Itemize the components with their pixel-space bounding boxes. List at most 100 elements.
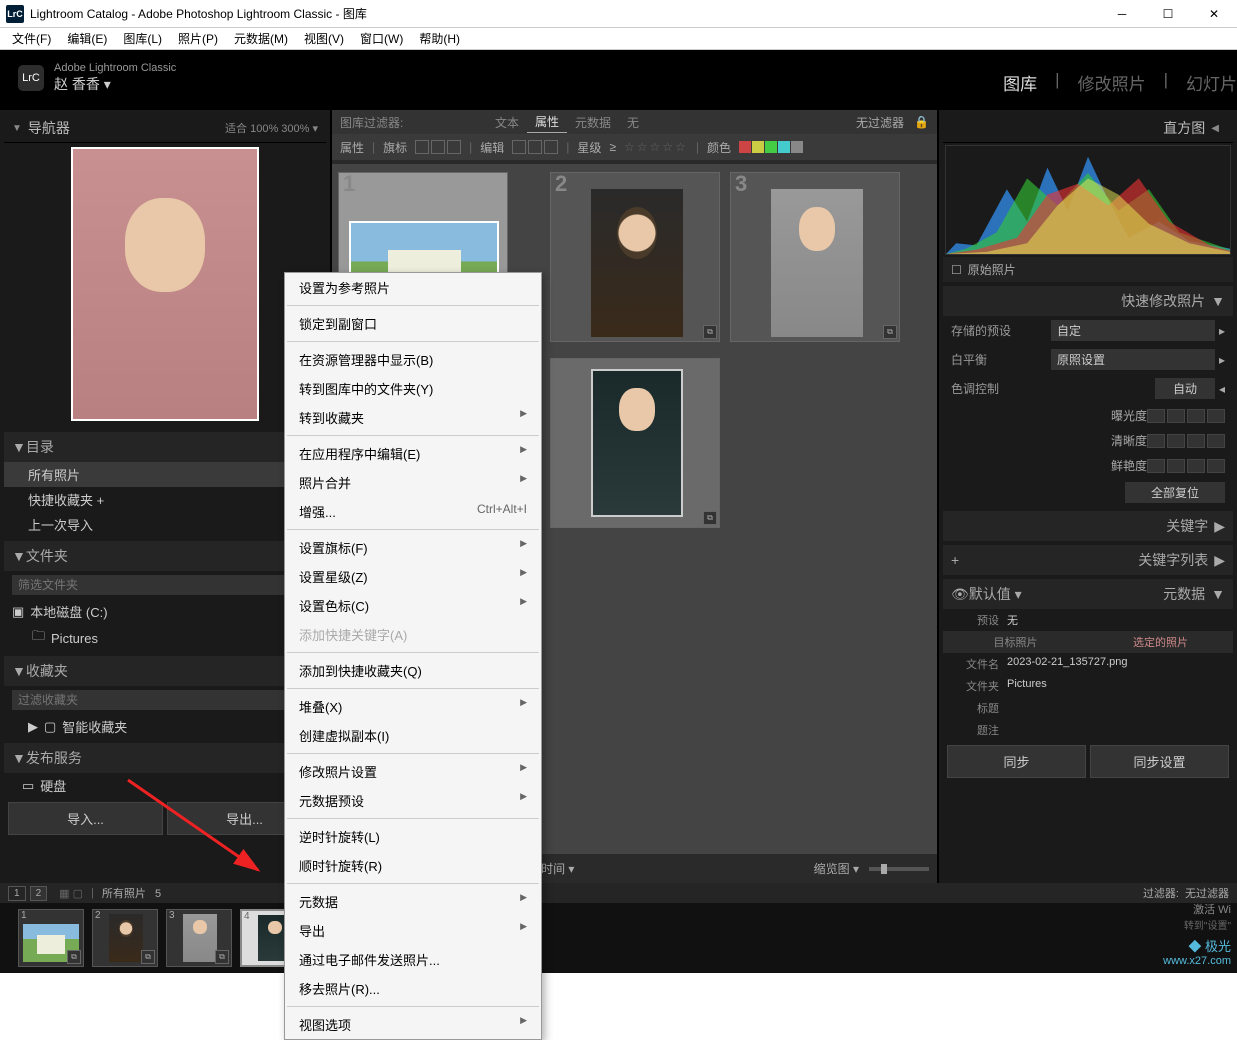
menu-metadata[interactable]: 元数据(M): [226, 28, 296, 49]
rating-ge[interactable]: ≥: [609, 140, 616, 154]
original-checkbox[interactable]: ☐: [951, 263, 962, 277]
edit-icon-2[interactable]: [528, 140, 542, 154]
context-menu-item[interactable]: 设置为参考照片: [285, 273, 541, 302]
metadata-mode-dropdown[interactable]: 默认值 ▾: [969, 584, 1022, 604]
context-menu-item[interactable]: 照片合并▶: [285, 468, 541, 497]
module-slideshow[interactable]: 幻灯片: [1186, 70, 1237, 95]
filmstrip-thumb-1[interactable]: 1⧉: [18, 909, 84, 967]
module-library[interactable]: 图库: [1003, 70, 1037, 95]
step-plus[interactable]: [1187, 434, 1205, 448]
navigator-preview[interactable]: [71, 147, 259, 421]
filmstrip-thumb-2[interactable]: 2⧉: [92, 909, 158, 967]
meta-title-input[interactable]: [1007, 700, 1225, 716]
step-minus2[interactable]: [1147, 409, 1165, 423]
menu-view[interactable]: 视图(V): [296, 28, 352, 49]
tab-target-photo[interactable]: 目标照片: [943, 631, 1088, 653]
meta-preset-value[interactable]: 无: [1007, 612, 1225, 628]
import-button[interactable]: 导入...: [8, 802, 163, 835]
publish-harddrive[interactable]: ▭ 硬盘: [4, 773, 326, 798]
sync-button[interactable]: 同步: [947, 745, 1086, 778]
context-menu-item[interactable]: 设置旗标(F)▶: [285, 533, 541, 562]
context-menu-item[interactable]: 在资源管理器中显示(B): [285, 345, 541, 374]
filmstrip-filter-dropdown[interactable]: 无过滤器: [1185, 885, 1229, 901]
flag-reject-icon[interactable]: [447, 140, 461, 154]
thumb-4[interactable]: ⧉: [550, 358, 720, 528]
context-menu-item[interactable]: 导出▶: [285, 916, 541, 945]
context-menu-item[interactable]: 修改照片设置▶: [285, 757, 541, 786]
menu-edit[interactable]: 编辑(E): [59, 28, 115, 49]
context-menu-item[interactable]: 视图选项▶: [285, 1010, 541, 1039]
color-none[interactable]: [791, 141, 803, 153]
collections-header[interactable]: ▼收藏夹: [4, 656, 326, 686]
menu-help[interactable]: 帮助(H): [411, 28, 468, 49]
histogram-header[interactable]: 直方图◀: [943, 114, 1233, 143]
folders-filter-input[interactable]: [12, 575, 318, 595]
context-menu-item[interactable]: 增强...Ctrl+Alt+I: [285, 497, 541, 526]
filmstrip-thumbs[interactable]: 1⧉ 2⧉ 3⧉ 4⧉ 5⧉: [0, 903, 1237, 973]
step-plus[interactable]: [1187, 409, 1205, 423]
context-menu-item[interactable]: 转到收藏夹▶: [285, 403, 541, 432]
color-green[interactable]: [765, 141, 777, 153]
menu-window[interactable]: 窗口(W): [352, 28, 411, 49]
expand-icon[interactable]: ▸: [1219, 353, 1225, 367]
close-button[interactable]: ✕: [1191, 0, 1237, 28]
context-menu-item[interactable]: 设置色标(C)▶: [285, 591, 541, 620]
step-minus2[interactable]: [1147, 434, 1165, 448]
color-blue[interactable]: [778, 141, 790, 153]
context-menu-item[interactable]: 在应用程序中编辑(E)▶: [285, 439, 541, 468]
smart-collections[interactable]: ▶ ▢ 智能收藏夹: [4, 714, 326, 739]
context-menu-item[interactable]: 堆叠(X)▶: [285, 692, 541, 721]
context-menu-item[interactable]: 元数据▶: [285, 887, 541, 916]
thumb-2[interactable]: 2 ⧉: [550, 172, 720, 342]
meta-caption-input[interactable]: [1007, 722, 1225, 738]
context-menu-item[interactable]: 创建虚拟副本(I): [285, 721, 541, 750]
keyword-list-header[interactable]: +关键字列表▶: [943, 545, 1233, 575]
step-plus2[interactable]: [1207, 409, 1225, 423]
catalog-previous-import[interactable]: 上一次导入: [4, 512, 326, 537]
color-red[interactable]: [739, 141, 751, 153]
catalog-quick-collection[interactable]: 快捷收藏夹 +: [4, 487, 326, 512]
color-yellow[interactable]: [752, 141, 764, 153]
context-menu-item[interactable]: 元数据预设▶: [285, 786, 541, 815]
minimize-button[interactable]: ─: [1099, 0, 1145, 28]
step-plus2[interactable]: [1207, 459, 1225, 473]
quick-develop-header[interactable]: 快速修改照片▼: [943, 286, 1233, 316]
user-dropdown[interactable]: 赵 香香 ▾: [54, 74, 176, 94]
rating-stars[interactable]: ☆☆☆☆☆: [624, 140, 688, 154]
filter-tab-text[interactable]: 文本: [487, 112, 527, 133]
filmstrip-path[interactable]: 所有照片 5: [102, 885, 161, 901]
auto-tone-button[interactable]: 自动: [1155, 378, 1215, 399]
menu-photo[interactable]: 照片(P): [170, 28, 226, 49]
context-menu-item[interactable]: 设置星级(Z)▶: [285, 562, 541, 591]
collapse-icon[interactable]: ◂: [1219, 382, 1225, 396]
step-minus[interactable]: [1167, 409, 1185, 423]
sync-settings-button[interactable]: 同步设置: [1090, 745, 1229, 778]
expand-icon[interactable]: ▸: [1219, 324, 1225, 338]
context-menu-item[interactable]: 顺时针旋转(R): [285, 851, 541, 880]
histogram-chart[interactable]: [945, 145, 1231, 255]
view-2-badge[interactable]: 2: [30, 886, 48, 901]
view-1-badge[interactable]: 1: [8, 886, 26, 901]
thumb-3[interactable]: 3 ⧉: [730, 172, 900, 342]
context-menu-item[interactable]: 转到图库中的文件夹(Y): [285, 374, 541, 403]
filter-tab-metadata[interactable]: 元数据: [567, 112, 619, 133]
step-plus[interactable]: [1187, 459, 1205, 473]
context-menu-item[interactable]: 添加到快捷收藏夹(Q): [285, 656, 541, 685]
catalog-all-photos[interactable]: 所有照片: [4, 462, 326, 487]
context-menu-item[interactable]: 锁定到副窗口: [285, 309, 541, 338]
flag-unflag-icon[interactable]: [431, 140, 445, 154]
lock-icon[interactable]: 🔒: [914, 115, 929, 129]
collections-filter-input[interactable]: [12, 690, 318, 710]
folder-pictures[interactable]: 🗀 Pictures: [4, 624, 326, 652]
tab-selected-photos[interactable]: 选定的照片: [1088, 631, 1233, 653]
module-develop[interactable]: 修改照片: [1078, 70, 1146, 95]
filter-tab-attribute[interactable]: 属性: [527, 111, 567, 133]
wb-dropdown[interactable]: 原照设置: [1051, 349, 1215, 370]
folders-header[interactable]: ▼文件夹: [4, 541, 326, 571]
thumbnail-size-slider[interactable]: [869, 867, 929, 871]
step-plus2[interactable]: [1207, 434, 1225, 448]
reset-all-button[interactable]: 全部复位: [1125, 482, 1225, 503]
context-menu-item[interactable]: 逆时针旋转(L): [285, 822, 541, 851]
eye-icon[interactable]: 👁: [951, 586, 969, 603]
keywords-header[interactable]: 关键字▶: [943, 511, 1233, 541]
